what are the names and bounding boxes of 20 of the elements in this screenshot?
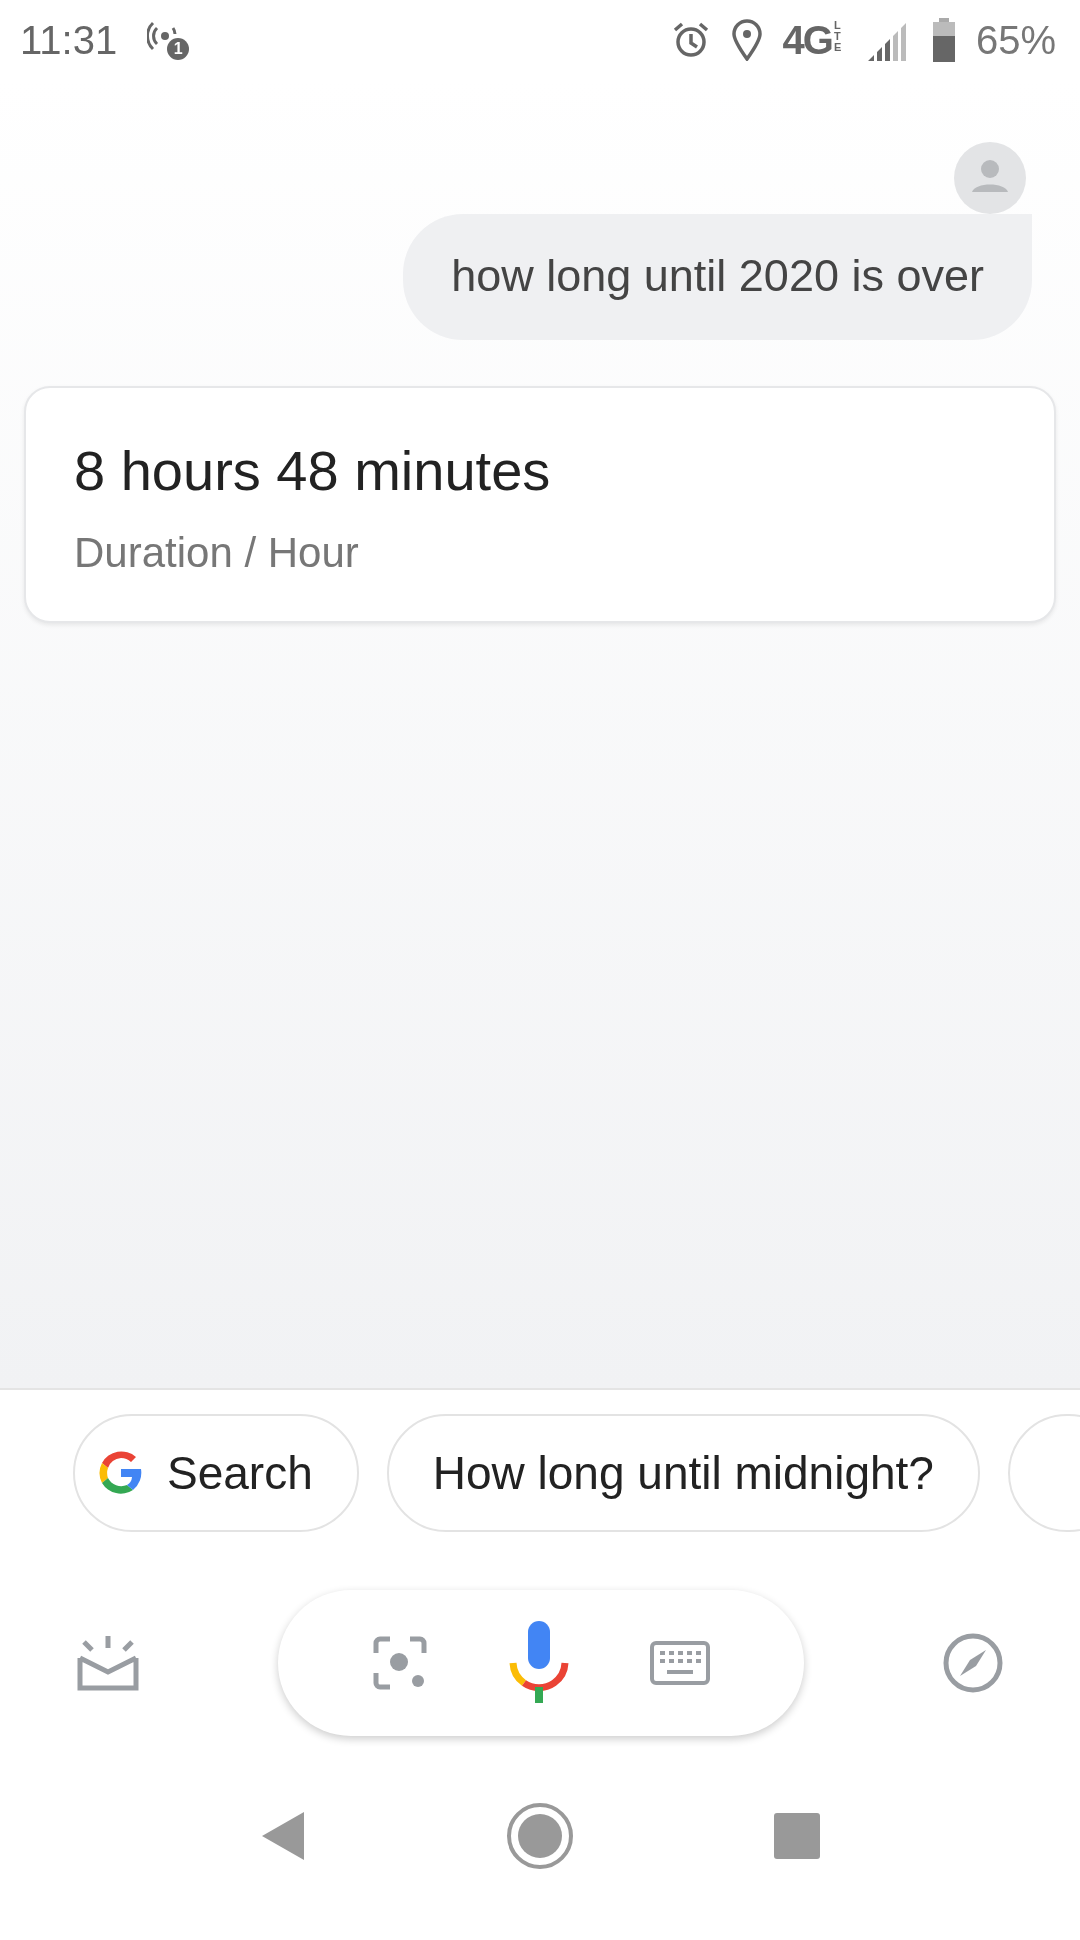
compass-icon[interactable] <box>942 1632 1004 1694</box>
back-icon[interactable] <box>260 1810 306 1862</box>
avatar-icon <box>954 142 1026 214</box>
google-logo-icon <box>99 1451 143 1495</box>
battery-icon <box>931 18 956 62</box>
keyboard-icon[interactable] <box>649 1641 710 1685</box>
suggestion-chip[interactable]: How long until midnight? <box>386 1414 980 1532</box>
status-time: 11:31 <box>20 17 118 63</box>
updates-icon[interactable] <box>76 1634 140 1692</box>
microphone-icon[interactable] <box>509 1621 569 1705</box>
answer-title: 8 hours 48 minutes <box>74 438 552 503</box>
battery-percent: 65% <box>975 17 1056 63</box>
lens-icon[interactable] <box>372 1635 429 1691</box>
location-icon <box>730 19 763 61</box>
search-chip[interactable]: Search <box>73 1414 359 1532</box>
network-type: 4G <box>782 20 832 60</box>
answer-subtitle: Duration / Hour <box>74 529 360 577</box>
network-subtype: LTE <box>833 20 843 53</box>
query-bubble: how long until 2020 is over <box>403 214 1032 340</box>
home-icon[interactable] <box>506 1802 574 1870</box>
